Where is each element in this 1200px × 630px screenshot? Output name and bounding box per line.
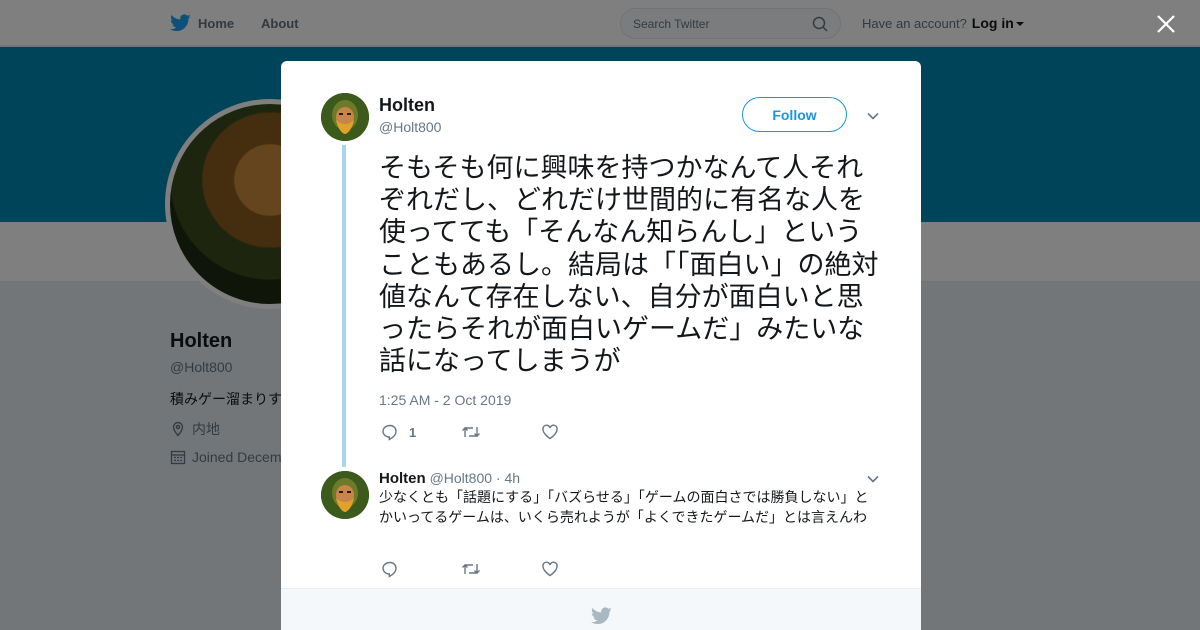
tweet-author-name[interactable]: Holten	[379, 95, 435, 116]
follow-button[interactable]: Follow	[742, 97, 847, 132]
heart-icon	[542, 424, 558, 440]
reply-author-handle[interactable]: @Holt800	[430, 470, 492, 486]
tweet-text: そもそも何に興味を持つかなんて人それぞれだし、どれだけ世間的に有名な人を使ってて…	[379, 153, 879, 378]
reply-author-avatar[interactable]	[321, 471, 369, 519]
reply-icon	[382, 561, 397, 578]
retweet-icon	[462, 427, 480, 437]
modal-footer	[281, 588, 921, 630]
retweet-icon	[462, 564, 480, 574]
chevron-down-icon[interactable]	[865, 108, 881, 124]
tweet-author-avatar[interactable]	[321, 93, 369, 141]
avatar-dwarf-image	[321, 471, 369, 519]
reply-button[interactable]: 1	[381, 423, 461, 441]
reply-time[interactable]: · 4h	[496, 470, 520, 486]
reply-button[interactable]	[381, 560, 461, 578]
close-icon[interactable]	[1152, 10, 1180, 38]
thread-connector-line	[342, 145, 346, 467]
reply-actions	[381, 560, 621, 578]
heart-icon	[542, 561, 558, 577]
retweet-button[interactable]	[461, 423, 541, 441]
reply-count: 1	[409, 424, 417, 440]
like-button[interactable]	[541, 560, 621, 578]
tweet-actions: 1	[381, 423, 621, 441]
twitter-bird-icon	[590, 607, 612, 625]
reply-icon	[382, 424, 397, 441]
tweet-timestamp[interactable]: 1:25 AM - 2 Oct 2019	[379, 392, 511, 408]
tweet-modal: Holten @Holt800 Follow そもそも何に興味を持つかなんて人そ…	[281, 61, 921, 630]
reply-text: 少なくとも「話題にする」「バズらせる」「ゲームの面白さでは勝負しない」とかいって…	[379, 490, 869, 526]
chevron-down-icon[interactable]	[865, 471, 881, 487]
reply-author-name[interactable]: Holten	[379, 470, 426, 487]
reply-header: Holten @Holt800 · 4h	[379, 470, 520, 487]
avatar-dwarf-image	[321, 93, 369, 141]
like-button[interactable]	[541, 423, 621, 441]
tweet-author-handle[interactable]: @Holt800	[379, 119, 441, 135]
retweet-button[interactable]	[461, 560, 541, 578]
